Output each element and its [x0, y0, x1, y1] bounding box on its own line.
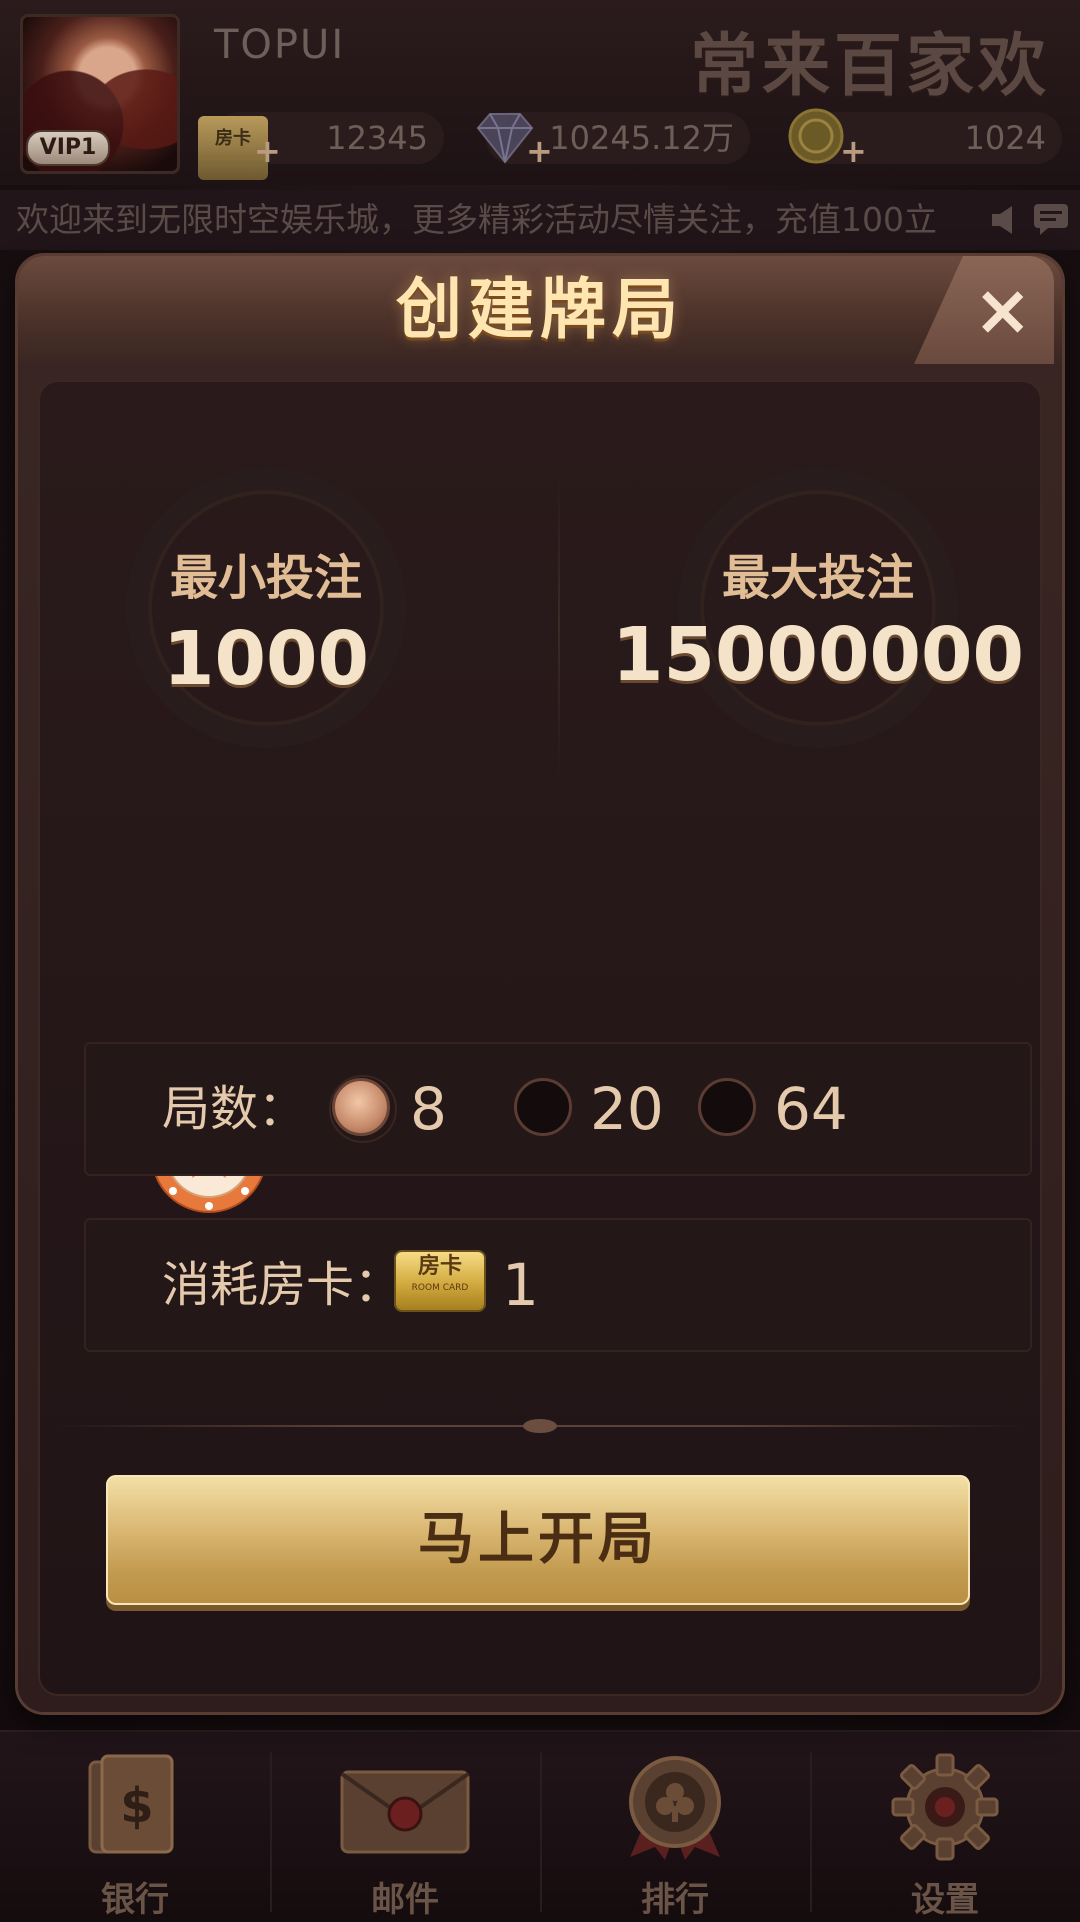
rounds-radio-8[interactable]: [329, 1075, 397, 1143]
nav-settings[interactable]: 设置: [810, 1732, 1080, 1922]
rounds-label: 局数：: [162, 1081, 307, 1137]
brand-logo-text: 常来百家欢: [689, 27, 1050, 106]
close-icon[interactable]: ×: [973, 270, 1032, 350]
room-card-icon: 房卡 ROOM CARD: [396, 1252, 484, 1310]
announcement-marquee: 欢迎来到无限时空娱乐城，更多精彩活动尽情关注，充值100立: [0, 190, 1080, 250]
announcement-text: 欢迎来到无限时空娱乐城，更多精彩活动尽情关注，充值100立: [16, 200, 937, 239]
room-card-icon-subtext: ROOM CARD: [411, 1283, 469, 1293]
add-gold-icon[interactable]: +: [840, 132, 867, 170]
cost-value: 1: [502, 1251, 539, 1319]
chip-ring-decoration: [678, 468, 958, 748]
gold-count: 1024: [964, 119, 1046, 157]
bet-divider: [558, 470, 560, 780]
nav-ranking-label: 排行: [641, 1880, 709, 1920]
room-card-cost: 消耗房卡： 房卡 ROOM CARD 1: [84, 1218, 1032, 1352]
start-game-button[interactable]: 马上开局: [106, 1475, 970, 1605]
max-bet-value: 15000000: [612, 612, 1024, 698]
room-card-icon-text: 房卡: [417, 1254, 462, 1279]
create-table-dialog: 创建牌局 × 最小投注 1000 最大投注 15000000 局数： 8 20 …: [18, 256, 1062, 1712]
top-bar: VIP1 TOPUI 常来百家欢 房卡 + 12345 + 10245.12万 …: [0, 0, 1080, 185]
nav-bank[interactable]: $ 银行: [0, 1732, 270, 1922]
nav-mail-label: 邮件: [371, 1880, 439, 1920]
chip-ring-decoration: [126, 468, 406, 748]
nav-settings-label: 设置: [911, 1880, 979, 1920]
vip-badge: VIP1: [26, 130, 110, 166]
speaker-icon[interactable]: [988, 202, 1024, 238]
diamond-balance[interactable]: + 10245.12万: [476, 112, 750, 170]
start-game-label: 马上开局: [418, 1507, 658, 1572]
ornament-gem: [523, 1419, 557, 1433]
rounds-option-8[interactable]: 8: [410, 1042, 447, 1176]
room-card-count: 12345: [326, 119, 428, 157]
ranking-icon: [629, 1756, 721, 1860]
rounds-option-64[interactable]: 64: [774, 1042, 848, 1176]
username: TOPUI: [214, 22, 346, 68]
gold-balance[interactable]: + 1024: [788, 108, 1062, 170]
rounds-radio-64[interactable]: [698, 1078, 756, 1136]
bank-icon: $: [88, 1754, 174, 1854]
room-card-balance[interactable]: 房卡 + 12345: [198, 112, 444, 180]
nav-bank-label: 银行: [101, 1880, 169, 1920]
diamond-count: 10245.12万: [549, 119, 734, 157]
dialog-title: 创建牌局: [396, 271, 684, 348]
cost-label: 消耗房卡：: [162, 1257, 403, 1313]
add-room-card-icon[interactable]: +: [254, 132, 281, 170]
bottom-nav: $ 银行 邮件 排行 设置: [0, 1730, 1080, 1922]
mail-icon: [340, 1770, 470, 1854]
chat-icon[interactable]: [1032, 202, 1070, 236]
min-bet-value: 1000: [163, 616, 369, 702]
settings-icon: [891, 1753, 999, 1861]
rounds-radio-20[interactable]: [514, 1078, 572, 1136]
svg-text:$: $: [120, 1778, 153, 1834]
rounds-option-20[interactable]: 20: [590, 1042, 664, 1176]
nav-ranking[interactable]: 排行: [540, 1732, 810, 1922]
rounds-selector: 局数： 8 20 64: [84, 1042, 1032, 1176]
min-bet-label: 最小投注: [169, 550, 362, 606]
max-bet-label: 最大投注: [721, 550, 914, 606]
nav-mail[interactable]: 邮件: [270, 1732, 540, 1922]
